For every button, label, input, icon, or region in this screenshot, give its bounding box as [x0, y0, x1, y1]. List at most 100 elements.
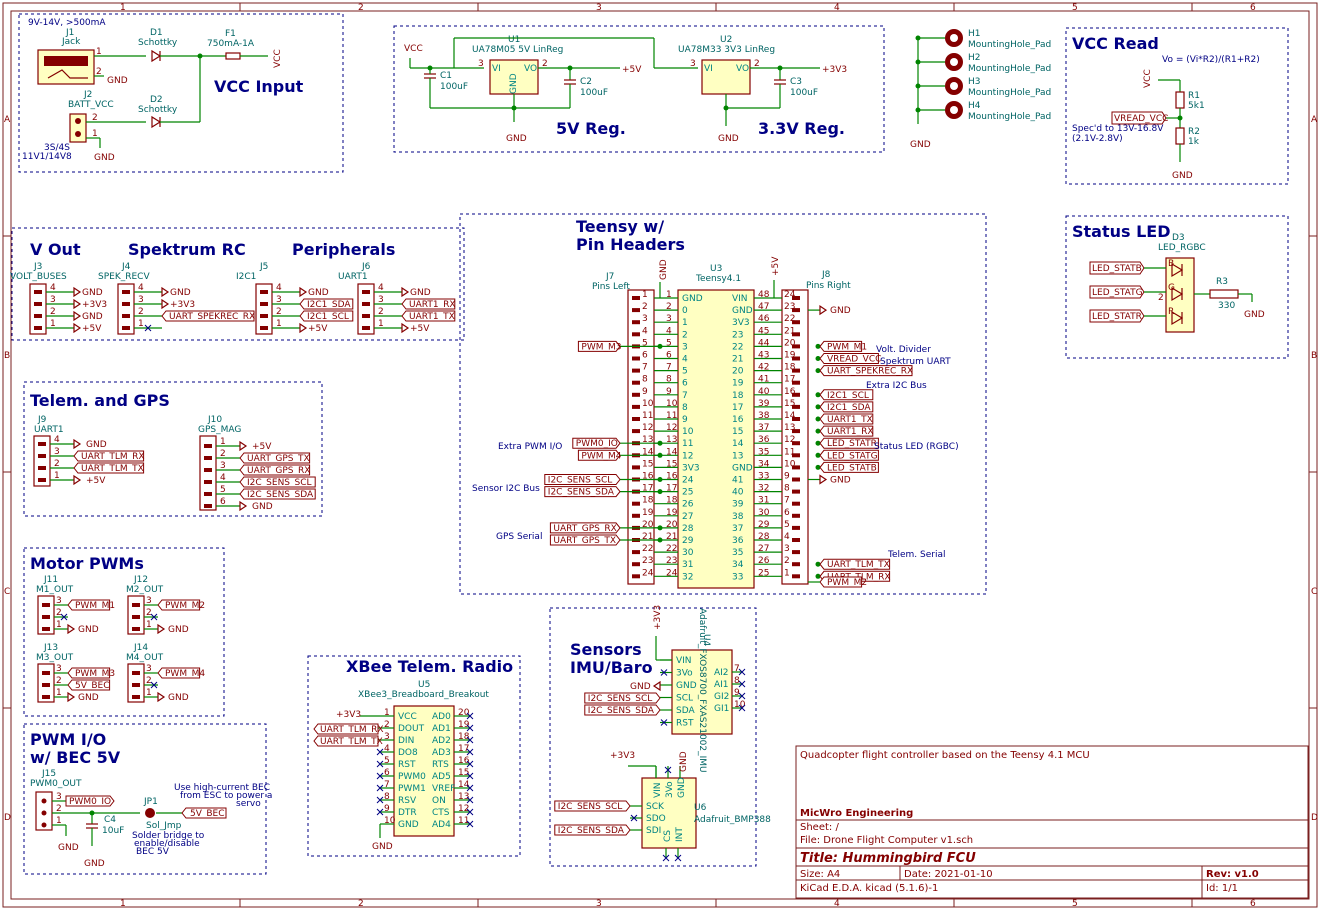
pin-name: GND [398, 820, 419, 830]
diode-d1[interactable] [151, 49, 162, 63]
revision: Rev: v1.0 [1206, 869, 1259, 880]
pin-number: 20 [458, 708, 470, 718]
pin-number: 6 [384, 768, 390, 778]
svg-text:2: 2 [1158, 293, 1164, 303]
date: Date: 2021-01-10 [904, 869, 993, 880]
net-label-text: UART_SPEKREC_RX [827, 367, 913, 377]
c3-value: 100uF [790, 88, 818, 98]
led-statb-label: LED_STATB [1092, 264, 1142, 274]
u3-pin-name: 3V3 [682, 463, 700, 473]
solder-jumper-jp1[interactable] [145, 808, 155, 818]
spec-note-2: (2.1V-2.8V) [1072, 134, 1123, 144]
resistor-r2[interactable] [1175, 127, 1185, 145]
led-statr-label: LED_STATR [1092, 312, 1142, 322]
j8-pin: 17 [784, 375, 795, 385]
mh-gnd: GND [910, 140, 931, 150]
vcc-power: VCC [273, 49, 283, 68]
j8-pin: 13 [784, 423, 795, 433]
pin-number: 10 [734, 700, 746, 710]
jack-connector[interactable] [37, 49, 95, 85]
header-ref: J6 [361, 262, 371, 272]
pin-name: GI2 [714, 692, 729, 702]
u3-pin-name: 13 [732, 451, 743, 461]
power-label: GND [78, 625, 99, 635]
j8-pin: 22 [784, 314, 795, 324]
u3-pin-name: GND [732, 306, 753, 316]
pin-number: 19 [458, 720, 470, 730]
j8-pin: 12 [784, 435, 795, 445]
net-label-text: UART_GPS_TX [553, 536, 616, 546]
u3-pin-name: 22 [732, 342, 743, 352]
schematic-canvas: 1 2 3 4 5 6 1 2 3 4 5 6 A B C D A B C D … [2, 2, 1318, 909]
connectors-row: V Out Spektrum RC Peripherals J3VOLT_BUS… [10, 227, 465, 341]
r1-ref: R1 [1188, 91, 1200, 101]
power-label: GND [410, 288, 431, 298]
pin-name: AI2 [714, 668, 729, 678]
net-label-text: I2C1_SCL [307, 312, 349, 322]
status-led-title: Status LED [1072, 222, 1171, 241]
u3-pin: 5 [666, 338, 672, 348]
bec-label: 5V_BEC [190, 809, 225, 819]
c2-value: 100uF [580, 88, 608, 98]
diode-d2[interactable] [151, 115, 162, 129]
power-label: GND [78, 693, 99, 703]
power-label: GND [630, 682, 651, 692]
j7-pin: 2 [642, 302, 648, 312]
pin-number: 15 [458, 768, 469, 778]
u3-pin: 20 [666, 520, 678, 530]
j8-pin: 15 [784, 399, 795, 409]
pin-number: 18 [458, 732, 470, 742]
j8-pin: 3 [784, 544, 790, 554]
mounting-hole-value: MountingHole_Pad [968, 88, 1051, 98]
mounting-hole-value: MountingHole_Pad [968, 40, 1051, 50]
j15-value: PWM0_OUT [30, 779, 82, 789]
net-label-text: I2C_SENS_SCL [558, 802, 623, 812]
project-description: Quadcopter flight controller based on th… [800, 750, 1090, 761]
j8-pin: 24 [784, 290, 796, 300]
u5-ref: U5 [418, 680, 430, 690]
u3-pin-name: 19 [732, 379, 744, 389]
resistor-r1[interactable] [1175, 91, 1185, 109]
j7-value: Pins Left [592, 282, 630, 292]
r3-ref: R3 [1216, 277, 1228, 287]
u3-pin: 2 [666, 302, 672, 312]
svg-text:VI: VI [492, 64, 501, 74]
j8-pin: 8 [784, 484, 790, 494]
j8-pin: 19 [784, 351, 796, 361]
xbee-section: XBee Telem. Radio U5 XBee3_Breadboard_Br… [307, 655, 521, 857]
u3-pin-name: 12 [682, 451, 693, 461]
d3-ref: D3 [1172, 233, 1185, 243]
fuse-f1[interactable] [225, 52, 241, 60]
pin-name: CS [663, 830, 673, 842]
u3-pin-name: 33 [732, 572, 743, 582]
j7-ref: J7 [605, 272, 614, 282]
d1-value: Schottky [138, 38, 178, 48]
pin-name: GI1 [714, 704, 729, 714]
pin-name: PWM0 [398, 772, 426, 782]
u3-pin: 4 [666, 326, 672, 336]
header-value: M2_OUT [126, 585, 164, 595]
status-led-section: Status LED D3 LED_RGBC B G R LED_STATB LED… [1065, 215, 1289, 359]
note: GPS Serial [496, 532, 542, 542]
u3-pin-name: 3 [682, 342, 688, 352]
j8-pin: 21 [784, 326, 795, 336]
company: MicWro Engineering [800, 808, 913, 819]
pin-name: DTR [398, 808, 417, 818]
pin-name: RST [398, 760, 416, 770]
u3-pin-name: 40 [732, 488, 744, 498]
pin-name: VIN [653, 782, 663, 798]
u3-pin-name: 11 [682, 439, 693, 449]
f1-ref: F1 [225, 29, 236, 39]
u3-pin-name: 23 [732, 330, 743, 340]
power-label: GND [168, 693, 189, 703]
pin-number: 17 [458, 744, 469, 754]
j7-pin: 4 [642, 326, 648, 336]
sheet: Sheet: / [800, 822, 839, 833]
led-gnd: GND [1244, 310, 1265, 320]
note: Spektrum UART [880, 357, 951, 367]
u3-pin-name: 9 [682, 415, 688, 425]
resistor-r3[interactable] [1209, 289, 1239, 299]
u3-pin: 13 [666, 435, 677, 445]
j7-pin: 24 [642, 568, 654, 578]
u3-pin: 9 [666, 387, 672, 397]
